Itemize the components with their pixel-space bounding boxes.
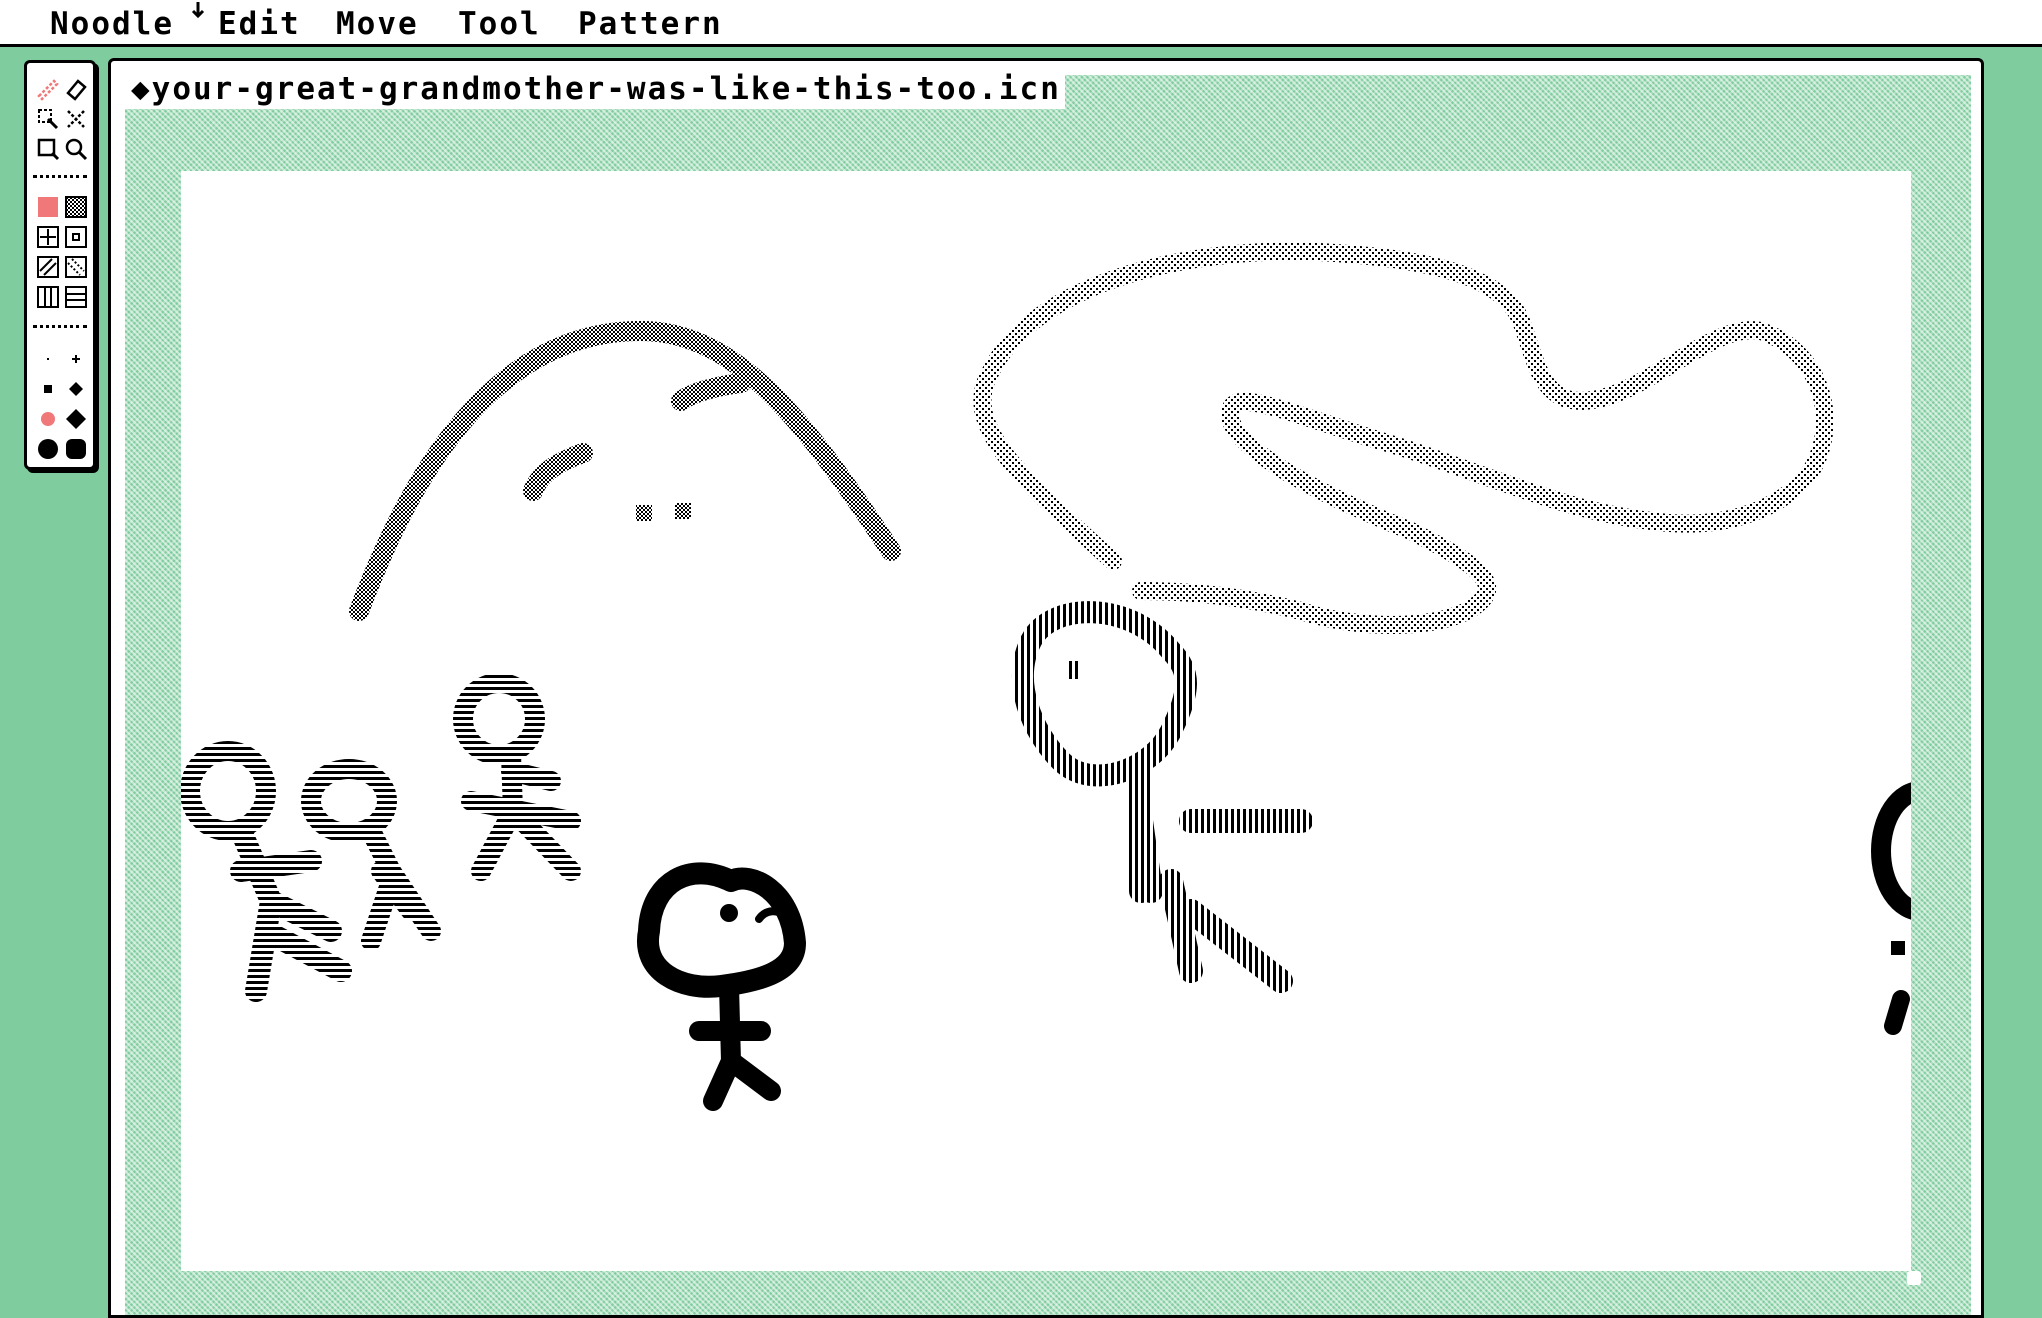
select-icon[interactable] xyxy=(36,107,60,131)
brush-size-1-icon[interactable] xyxy=(36,347,60,371)
mouse-cursor-icon xyxy=(191,2,205,19)
menu-bar: Noodle Edit Move Tool Pattern xyxy=(0,0,2042,47)
document-window: ◆your-great-grandmother-was-like-this-to… xyxy=(108,58,1984,1318)
brush-size-7-icon[interactable] xyxy=(36,437,60,461)
brush-size-2-icon[interactable] xyxy=(64,347,88,371)
menu-noodle[interactable]: Noodle xyxy=(50,4,174,44)
brush-size-3-icon[interactable] xyxy=(36,377,60,401)
black-stick-figure-drawing xyxy=(637,862,806,1111)
eraser-icon[interactable] xyxy=(64,77,88,101)
menu-edit[interactable]: Edit xyxy=(218,4,301,44)
brush-size-6-icon[interactable] xyxy=(64,407,88,431)
cropped-black-figure-drawing xyxy=(1871,782,1911,1035)
zoom-icon[interactable] xyxy=(64,137,88,161)
pattern-checker-swatch[interactable] xyxy=(64,195,88,219)
pencil-icon[interactable] xyxy=(36,77,60,101)
pattern-solid-swatch[interactable] xyxy=(36,195,60,219)
brush-size-5-icon[interactable] xyxy=(36,407,60,431)
pattern-dotbox-swatch[interactable] xyxy=(64,225,88,249)
rect-select-icon[interactable] xyxy=(36,137,60,161)
drawing-canvas[interactable] xyxy=(181,171,1911,1271)
striped-figures-group-drawing xyxy=(181,673,581,1002)
pattern-diagonal-right-swatch[interactable] xyxy=(36,255,60,279)
pattern-crossbox-swatch[interactable] xyxy=(36,225,60,249)
toolbox-divider xyxy=(33,325,87,328)
dotted-squiggle-drawing xyxy=(973,241,1834,634)
menu-move[interactable]: Move xyxy=(336,4,419,44)
window-title-text: your-great-grandmother-was-like-this-too… xyxy=(151,71,1061,107)
brush-size-8-icon[interactable] xyxy=(64,437,88,461)
checker-ghost-drawing xyxy=(349,320,901,621)
pattern-diagonal-left-swatch[interactable] xyxy=(64,255,88,279)
window-resize-handle[interactable] xyxy=(1907,1271,1921,1285)
window-title[interactable]: ◆your-great-grandmother-was-like-this-to… xyxy=(125,69,1065,109)
menu-pattern[interactable]: Pattern xyxy=(578,4,723,44)
toolbox-palette xyxy=(24,60,96,470)
window-close-icon[interactable]: ◆ xyxy=(131,71,152,107)
brush-size-4-icon[interactable] xyxy=(64,377,88,401)
canvas-artwork xyxy=(181,241,1911,1111)
pattern-horizontal-lines-swatch[interactable] xyxy=(64,285,88,309)
vertical-striped-stick-figure-drawing xyxy=(1012,601,1313,993)
pattern-vertical-lines-swatch[interactable] xyxy=(36,285,60,309)
toolbox-divider xyxy=(33,175,87,178)
menu-tool[interactable]: Tool xyxy=(458,4,541,44)
move-icon[interactable] xyxy=(64,107,88,131)
